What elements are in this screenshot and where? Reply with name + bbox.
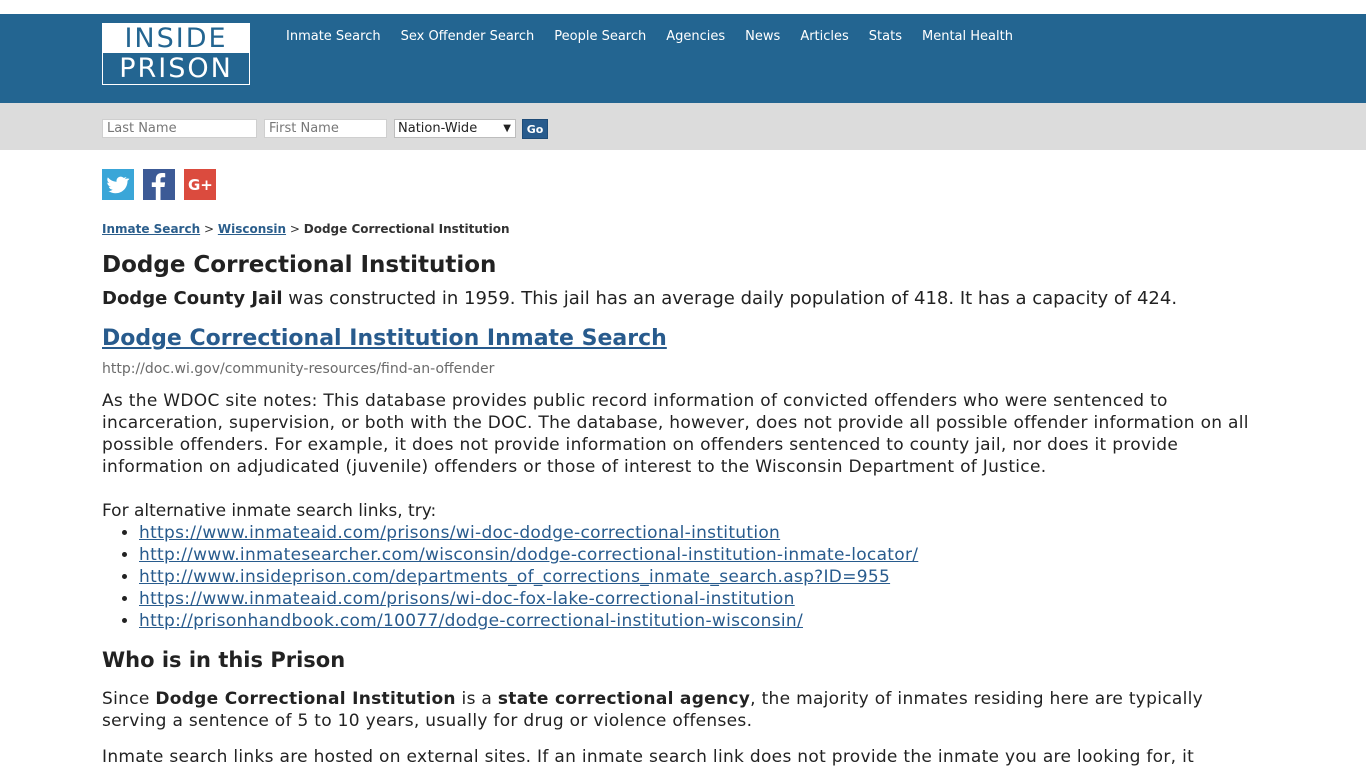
list-item: http://prisonhandbook.com/10077/dodge-co…: [139, 610, 1266, 632]
alt-links-list: https://www.inmateaid.com/prisons/wi-doc…: [102, 522, 1266, 632]
nav-stats[interactable]: Stats: [869, 30, 902, 44]
breadcrumb-separator: >: [289, 222, 300, 236]
main-content: Inmate Search > Wisconsin > Dodge Correc…: [102, 222, 1266, 768]
nav-people-search[interactable]: People Search: [554, 30, 646, 44]
nav-news[interactable]: News: [745, 30, 780, 44]
alt-link-insideprison[interactable]: http://www.insideprison.com/departments_…: [139, 567, 890, 587]
who-text-1: Since: [102, 689, 156, 709]
list-item: http://www.insideprison.com/departments_…: [139, 566, 1266, 588]
alt-links-intro: For alternative inmate search links, try…: [102, 501, 437, 521]
go-button[interactable]: Go: [522, 119, 548, 139]
facebook-share-button[interactable]: [143, 169, 175, 200]
breadcrumb-separator: >: [203, 222, 215, 236]
google-plus-share-button[interactable]: G+: [184, 169, 216, 200]
nav-articles[interactable]: Articles: [800, 30, 848, 44]
wdoc-note: As the WDOC site notes: This database pr…: [102, 391, 1249, 477]
twitter-share-button[interactable]: [102, 169, 134, 200]
chevron-down-icon: ▼: [503, 123, 511, 134]
first-name-input[interactable]: [264, 119, 387, 138]
facebook-icon: [151, 173, 166, 200]
search-bar: Nation-Wide ▼ Go: [0, 103, 1366, 150]
nav-mental-health[interactable]: Mental Health: [922, 30, 1013, 44]
page-title: Dodge Correctional Institution: [102, 252, 497, 278]
who-text-2: is a: [455, 689, 498, 709]
site-logo[interactable]: INSIDE PRISON: [102, 23, 250, 85]
list-item: https://www.inmateaid.com/prisons/wi-doc…: [139, 588, 1266, 610]
nav-agencies[interactable]: Agencies: [666, 30, 725, 44]
scope-select[interactable]: Nation-Wide ▼: [394, 119, 516, 138]
who-heading: Who is in this Prison: [102, 648, 346, 672]
scope-select-value: Nation-Wide: [398, 121, 478, 136]
google-plus-icon: G+: [188, 176, 213, 194]
alt-link-inmateaid-dodge[interactable]: https://www.inmateaid.com/prisons/wi-doc…: [139, 523, 780, 543]
inmate-search-link[interactable]: Dodge Correctional Institution Inmate Se…: [102, 326, 1266, 351]
who-bold-1: Dodge Correctional Institution: [155, 689, 456, 709]
intro-bold: Dodge County Jail: [102, 288, 283, 309]
logo-text-top: INSIDE: [103, 24, 249, 54]
twitter-icon: [107, 176, 130, 194]
nav-inmate-search[interactable]: Inmate Search: [286, 30, 381, 44]
breadcrumb-current: Dodge Correctional Institution: [303, 222, 510, 236]
alt-link-prisonhandbook[interactable]: http://prisonhandbook.com/10077/dodge-co…: [139, 611, 803, 631]
last-name-input[interactable]: [102, 119, 257, 138]
alt-link-inmateaid-foxlake[interactable]: https://www.inmateaid.com/prisons/wi-doc…: [139, 589, 795, 609]
breadcrumb: Inmate Search > Wisconsin > Dodge Correc…: [102, 222, 1266, 236]
site-header: INSIDE PRISON Inmate Search Sex Offender…: [0, 14, 1366, 103]
svg-text:G+: G+: [188, 176, 213, 194]
inmate-search-url: http://doc.wi.gov/community-resources/fi…: [102, 361, 495, 377]
who-bold-2: state correctional agency: [497, 689, 751, 709]
breadcrumb-wisconsin[interactable]: Wisconsin: [218, 222, 286, 236]
main-nav: Inmate Search Sex Offender Search People…: [286, 30, 1033, 44]
who-paragraph: Since Dodge Correctional Institution is …: [102, 688, 1266, 732]
list-item: http://www.inmatesearcher.com/wisconsin/…: [139, 544, 1266, 566]
nav-sex-offender-search[interactable]: Sex Offender Search: [401, 30, 535, 44]
breadcrumb-inmate-search[interactable]: Inmate Search: [102, 222, 200, 236]
alt-link-inmatesearcher[interactable]: http://www.inmatesearcher.com/wisconsin/…: [139, 545, 918, 565]
logo-text-bottom: PRISON: [119, 53, 233, 84]
external-note: Inmate search links are hosted on extern…: [102, 747, 1195, 767]
top-strip: [0, 0, 1366, 14]
intro-text: Dodge County Jail was constructed in 195…: [102, 288, 1266, 310]
intro-rest: was constructed in 1959. This jail has a…: [282, 288, 1178, 309]
social-share: G+: [102, 169, 225, 200]
list-item: https://www.inmateaid.com/prisons/wi-doc…: [139, 522, 1266, 544]
